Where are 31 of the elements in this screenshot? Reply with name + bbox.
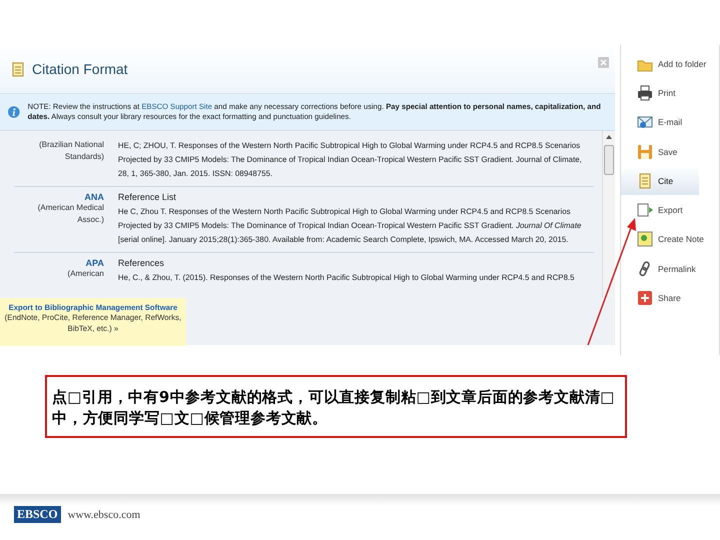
- envelope-icon: [637, 114, 653, 130]
- document-icon: [637, 172, 653, 189]
- note-icon: [637, 231, 653, 248]
- sidebar-item[interactable]: Permalink: [621, 254, 719, 284]
- style-name: (American Medical Assoc.): [36, 202, 104, 226]
- sidebar-item[interactable]: Cite: [621, 166, 699, 196]
- style-link[interactable]: APA: [86, 258, 104, 268]
- website-url: www.ebsco.com: [68, 508, 140, 520]
- citation-heading: Reference List: [118, 192, 178, 202]
- printer-icon: [637, 84, 653, 101]
- style-name: (Brazilian National Standards): [38, 139, 104, 163]
- sidebar-item[interactable]: Create Note: [621, 224, 719, 254]
- close-icon[interactable]: [598, 57, 609, 68]
- document-icon: [12, 62, 24, 76]
- sidebar-item[interactable]: Add to folder: [621, 49, 719, 78]
- style-name: (American: [68, 268, 104, 280]
- sidebar-item[interactable]: Print: [621, 78, 719, 108]
- ebsco-logo: EBSCO: [14, 506, 61, 523]
- export-icon: [637, 202, 653, 218]
- sidebar-item[interactable]: Export: [621, 195, 719, 225]
- plus-icon: [637, 290, 653, 306]
- caption-text: 点□引用，中有9中参考文献的格式，可以直接复制粘□到文章后面的参考文献清□中，方便同学写□文□候管理参考文献。: [52, 387, 616, 429]
- sidebar-item[interactable]: Share: [621, 283, 719, 313]
- sidebar-item[interactable]: E-mail: [621, 108, 719, 137]
- scrollbar-thumb[interactable]: [604, 145, 614, 175]
- dialog-title: Citation Format: [32, 61, 129, 77]
- style-link[interactable]: ANA: [84, 192, 104, 202]
- sidebar-item[interactable]: Save: [621, 136, 719, 166]
- citation-heading: References: [118, 258, 166, 268]
- info-icon: [8, 103, 20, 121]
- scroll-up-icon[interactable]: [606, 135, 612, 139]
